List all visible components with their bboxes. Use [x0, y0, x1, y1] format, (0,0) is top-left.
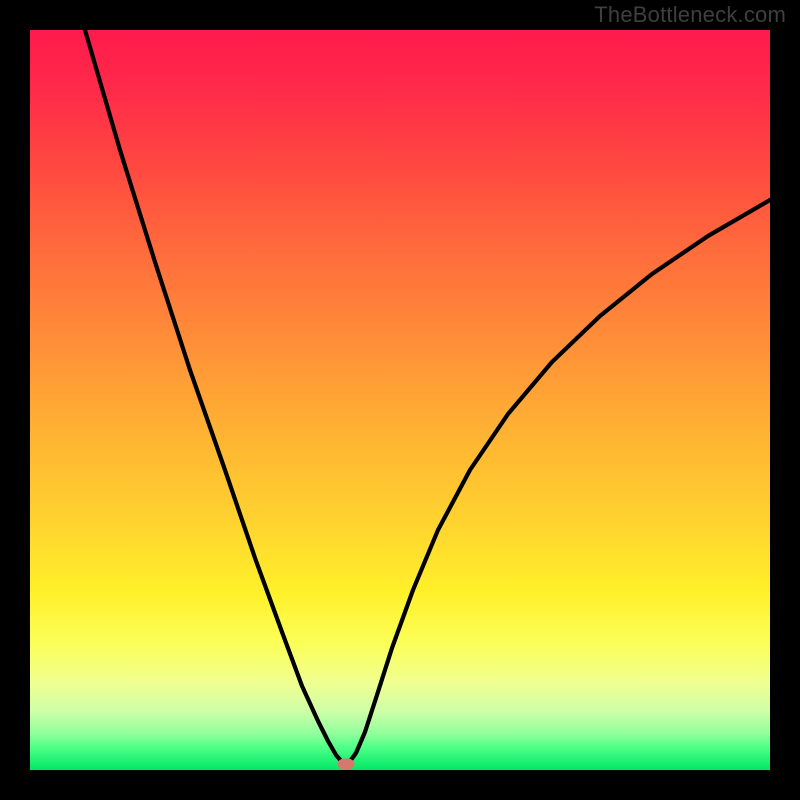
plot-area — [30, 30, 770, 770]
bottleneck-curve — [85, 30, 770, 764]
curve-svg — [30, 30, 770, 770]
chart-frame: TheBottleneck.com — [0, 0, 800, 800]
optimal-point-marker — [338, 759, 355, 770]
watermark-text: TheBottleneck.com — [594, 2, 786, 28]
